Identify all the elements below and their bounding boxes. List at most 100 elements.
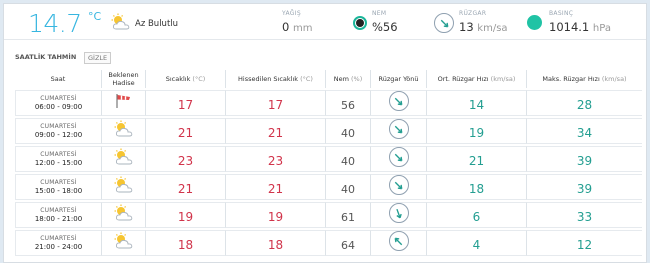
- humidity-cell: 40: [325, 174, 370, 200]
- wind-direction-icon: [388, 175, 409, 195]
- pressure-unit: hPa: [592, 23, 611, 34]
- time-cell: CUMARTESİ 18:00 - 21:00: [15, 202, 101, 228]
- avg-wind-cell: 4: [426, 230, 526, 256]
- row-time: 18:00 - 21:00: [34, 215, 83, 223]
- row-avg-wind: 14: [468, 97, 485, 112]
- col-temperature: Sıcaklık (°C): [145, 70, 225, 88]
- humidity-icon: [353, 16, 367, 30]
- pressure-value: 1014.1: [549, 20, 590, 34]
- col-event-line2: Hadise: [112, 79, 135, 87]
- wind-stat: RÜZGAR 13 km/sa: [459, 10, 508, 34]
- sun-cloud-icon: [112, 148, 136, 170]
- row-time: 15:00 - 18:00: [34, 187, 83, 195]
- avg-wind-cell: 19: [426, 118, 526, 144]
- wind-direction-icon: [388, 91, 409, 111]
- pressure-label: BASINÇ: [549, 10, 574, 17]
- row-feels-like: 17: [267, 97, 284, 112]
- row-day: CUMARTESİ: [40, 151, 77, 158]
- event-cell: [101, 118, 145, 144]
- row-max-wind: 39: [576, 153, 593, 168]
- row-time: 06:00 - 09:00: [34, 103, 83, 111]
- avg-wind-cell: 21: [426, 146, 526, 172]
- row-avg-wind: 18: [468, 181, 485, 196]
- humidity-label: NEM: [372, 10, 387, 17]
- row-temperature: 17: [177, 97, 194, 112]
- row-humidity: 40: [341, 182, 355, 196]
- hourly-forecast-table: Saat Beklenen Hadise Sıcaklık (°C) Hissed…: [15, 68, 642, 258]
- row-temperature: 21: [177, 125, 194, 140]
- wind-direction-icon: [388, 147, 409, 167]
- event-cell: [101, 90, 145, 116]
- row-avg-wind: 19: [468, 125, 485, 140]
- precipitation-stat: YAĞIŞ 0 mm: [282, 10, 312, 34]
- humidity-stat: NEM %56: [372, 10, 398, 34]
- row-time: 21:00 - 24:00: [34, 243, 83, 251]
- avg-wind-cell: 14: [426, 90, 526, 116]
- hide-button[interactable]: GİZLE: [84, 52, 112, 64]
- row-time: 12:00 - 15:00: [34, 159, 83, 167]
- col-avg-wind: Ort. Rüzgar Hızı (km/sa): [426, 70, 526, 88]
- humidity-cell: 40: [325, 118, 370, 144]
- table-row: CUMARTESİ 18:00 - 21:00 19 19 61 6 33: [15, 202, 642, 228]
- wind-direction-icon: [388, 203, 409, 223]
- col-temperature-label: Sıcaklık: [165, 75, 191, 83]
- max-wind-cell: 39: [526, 174, 642, 200]
- col-max-wind: Maks. Rüzgar Hızı (km/sa): [526, 70, 642, 88]
- humidity-cell: 64: [325, 230, 370, 256]
- table-row: CUMARTESİ 15:00 - 18:00 21 21 40 18 39: [15, 174, 642, 200]
- row-max-wind: 33: [576, 209, 593, 224]
- current-conditions-bar: 14.7 °C Az Bulutlu YAĞIŞ 0 mm NEM %56 RÜ…: [4, 4, 646, 40]
- sun-cloud-icon: [112, 120, 136, 142]
- row-avg-wind: 21: [468, 153, 485, 168]
- windsock-icon: [115, 93, 133, 113]
- row-feels-like: 21: [267, 125, 284, 140]
- temperature-cell: 21: [145, 118, 225, 144]
- col-humidity: Nem (%): [325, 70, 370, 88]
- max-wind-cell: 39: [526, 146, 642, 172]
- wind-label: RÜZGAR: [459, 10, 487, 17]
- wind-unit: km/sa: [477, 23, 508, 34]
- row-day: CUMARTESİ: [40, 123, 77, 130]
- row-avg-wind: 6: [472, 209, 481, 224]
- col-event: Beklenen Hadise: [101, 70, 145, 88]
- max-wind-cell: 33: [526, 202, 642, 228]
- sun-cloud-icon: [112, 176, 136, 198]
- temperature-cell: 23: [145, 146, 225, 172]
- row-max-wind: 28: [576, 97, 593, 112]
- row-temperature: 21: [177, 181, 194, 196]
- wind-direction-cell: [370, 90, 426, 116]
- feels-like-cell: 23: [225, 146, 325, 172]
- table-row: CUMARTESİ 06:00 - 09:00 17 17 56 14 28: [15, 90, 642, 116]
- avg-wind-cell: 6: [426, 202, 526, 228]
- col-avg-wind-unit: (km/sa): [490, 75, 516, 83]
- wind-direction-icon: [388, 119, 409, 139]
- col-wind-direction: Rüzgar Yönü: [370, 70, 426, 88]
- table-header-row: Saat Beklenen Hadise Sıcaklık (°C) Hissed…: [15, 70, 642, 88]
- row-feels-like: 23: [267, 153, 284, 168]
- pressure-stat: BASINÇ 1014.1 hPa: [549, 10, 611, 34]
- avg-wind-cell: 18: [426, 174, 526, 200]
- table-row: CUMARTESİ 12:00 - 15:00 23 23 40 21 39: [15, 146, 642, 172]
- time-cell: CUMARTESİ 09:00 - 12:00: [15, 118, 101, 144]
- table-row: CUMARTESİ 21:00 - 24:00 18 18 64 4 12: [15, 230, 642, 256]
- row-day: CUMARTESİ: [40, 235, 77, 242]
- row-humidity: 56: [341, 98, 355, 112]
- col-avg-wind-label: Ort. Rüzgar Hızı: [437, 75, 489, 83]
- sun-cloud-icon: [112, 204, 136, 226]
- max-wind-cell: 34: [526, 118, 642, 144]
- row-max-wind: 39: [576, 181, 593, 196]
- row-humidity: 61: [341, 210, 355, 224]
- precipitation-label: YAĞIŞ: [282, 10, 301, 17]
- humidity-cell: 61: [325, 202, 370, 228]
- row-avg-wind: 4: [472, 237, 481, 252]
- feels-like-cell: 19: [225, 202, 325, 228]
- wind-direction-icon: [388, 231, 409, 251]
- row-temperature: 18: [177, 237, 194, 252]
- row-day: CUMARTESİ: [40, 95, 77, 102]
- row-day: CUMARTESİ: [40, 207, 77, 214]
- sun-cloud-icon: [112, 232, 136, 254]
- temperature-cell: 21: [145, 174, 225, 200]
- col-time: Saat: [15, 70, 101, 88]
- col-event-line1: Beklenen: [108, 71, 139, 79]
- row-feels-like: 18: [267, 237, 284, 252]
